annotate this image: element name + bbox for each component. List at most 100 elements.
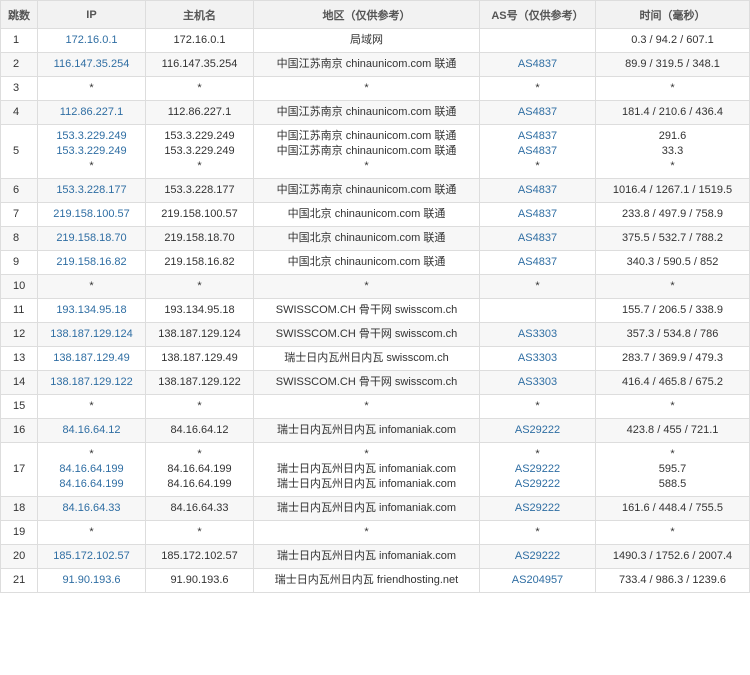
region-cell: 瑞士日内瓦州日内瓦 infomaniak.com — [253, 418, 480, 443]
hostname-cell: 153.3.229.249 153.3.229.249 * — [145, 124, 254, 179]
time-text: 357.3 / 534.8 / 786 — [626, 328, 719, 340]
ip-link[interactable]: 138.187.129.124 — [40, 327, 143, 342]
as-link[interactable]: AS29222 — [482, 501, 593, 516]
table-row: 1 172.16.0.1 172.16.0.1 局域网 0.3 / 94.2 / 607… — [0, 28, 750, 53]
region-text: 瑞士日内瓦州日内瓦 infomaniak.com — [276, 550, 457, 562]
hostname-cell: 138.187.129.122 — [145, 370, 254, 395]
region-text: 瑞士日内瓦州日内瓦 swisscom.ch — [284, 352, 449, 364]
hostname-text: 153.3.229.249 — [164, 130, 235, 142]
col-header-ip[interactable]: IP — [37, 0, 146, 29]
ip-link[interactable]: 153.3.229.249 — [40, 129, 143, 144]
table-row: 8 219.158.18.70 219.158.18.70 中国北京 chinauni… — [0, 226, 750, 251]
table-row: 20 185.172.102.57 185.172.102.57 瑞士日内瓦州日内瓦 … — [0, 544, 750, 569]
region-text: * — [364, 400, 369, 412]
as-link[interactable]: AS29222 — [482, 477, 593, 492]
table-row: 16 84.16.64.12 84.16.64.12 瑞士日内瓦州日内瓦 infoma… — [0, 418, 750, 443]
time-text: 0.3 / 94.2 / 607.1 — [631, 34, 714, 46]
ip-link[interactable]: 219.158.100.57 — [40, 207, 143, 222]
hostname-text: 116.147.35.254 — [161, 58, 238, 70]
ip-cell: 112.86.227.1 — [37, 100, 146, 125]
time-cell: 416.4 / 465.8 / 675.2 — [595, 370, 750, 395]
ip-link[interactable]: 91.90.193.6 — [40, 573, 143, 588]
time-text: * — [670, 448, 675, 460]
hostname-cell: 138.187.129.49 — [145, 346, 254, 371]
as-link[interactable]: AS4837 — [482, 183, 593, 198]
ip-cell: 172.16.0.1 — [37, 28, 146, 53]
region-cell: 中国江苏南京 chinaunicom.com 联通 — [253, 100, 480, 125]
time-cell: 357.3 / 534.8 / 786 — [595, 322, 750, 347]
ip-cell: 138.187.129.122 — [37, 370, 146, 395]
as-link[interactable]: AS3303 — [482, 327, 593, 342]
ip-link[interactable]: 219.158.16.82 — [40, 255, 143, 270]
ip-cell: 116.147.35.254 — [37, 52, 146, 77]
ip-cell: 138.187.129.124 — [37, 322, 146, 347]
ip-link[interactable]: 185.172.102.57 — [40, 549, 143, 564]
ip-link[interactable]: 138.187.129.49 — [40, 351, 143, 366]
region-text: * — [364, 82, 369, 94]
ip-link[interactable]: 172.16.0.1 — [40, 33, 143, 48]
time-cell: * — [595, 76, 750, 101]
ip-link[interactable]: 138.187.129.122 — [40, 375, 143, 390]
ip-link[interactable]: 112.86.227.1 — [40, 105, 143, 120]
table-header-row: 跳数 IP 主机名 地区（仅供参考） AS号（仅供参考） 时间（毫秒） — [0, 0, 750, 29]
as-link[interactable]: AS3303 — [482, 351, 593, 366]
col-header-time[interactable]: 时间（毫秒） — [595, 0, 750, 29]
ip-link[interactable]: 84.16.64.12 — [40, 423, 143, 438]
as-link[interactable]: AS3303 — [482, 375, 593, 390]
time-text: 283.7 / 369.9 / 479.3 — [622, 352, 723, 364]
table-row: 19 * * * * * — [0, 520, 750, 545]
col-header-hostname[interactable]: 主机名 — [145, 0, 254, 29]
as-link[interactable]: AS4837 — [482, 57, 593, 72]
hostname-text: 172.16.0.1 — [173, 34, 226, 46]
as-link[interactable]: AS29222 — [482, 549, 593, 564]
as-cell: AS4837 — [479, 52, 596, 77]
as-link[interactable]: AS4837 — [482, 105, 593, 120]
ip-cell: * — [37, 394, 146, 419]
col-header-region[interactable]: 地区（仅供参考） — [253, 0, 480, 29]
hostname-text: * — [197, 448, 202, 460]
ip-link[interactable]: 219.158.18.70 — [40, 231, 143, 246]
hostname-cell: * — [145, 274, 254, 299]
ip-link[interactable]: 84.16.64.199 — [40, 477, 143, 492]
hostname-cell: * — [145, 520, 254, 545]
as-link[interactable]: AS29222 — [482, 462, 593, 477]
traceroute-table: 跳数 IP 主机名 地区（仅供参考） AS号（仅供参考） 时间（毫秒） 1 172… — [0, 0, 750, 593]
hostname-cell: 172.16.0.1 — [145, 28, 254, 53]
table-row: 12 138.187.129.124 138.187.129.124 SWISSCOM… — [0, 322, 750, 347]
ip-cell: * — [37, 274, 146, 299]
as-link[interactable]: AS204957 — [482, 573, 593, 588]
region-cell: * — [253, 394, 480, 419]
ip-link[interactable]: 84.16.64.33 — [40, 501, 143, 516]
ip-text: * — [89, 82, 94, 94]
hostname-text: 219.158.16.82 — [164, 256, 235, 268]
as-link[interactable]: AS4837 — [482, 207, 593, 222]
ip-link[interactable]: 116.147.35.254 — [40, 57, 143, 72]
ip-link[interactable]: 153.3.228.177 — [40, 183, 143, 198]
as-link[interactable]: AS4837 — [482, 129, 593, 144]
hostname-text: * — [197, 400, 202, 412]
hostname-text: 185.172.102.57 — [161, 550, 238, 562]
as-link[interactable]: AS29222 — [482, 423, 593, 438]
time-cell: 733.4 / 986.3 / 1239.6 — [595, 568, 750, 593]
hop-cell: 16 — [0, 418, 38, 443]
as-link[interactable]: AS4837 — [482, 231, 593, 246]
hostname-cell: 219.158.16.82 — [145, 250, 254, 275]
hostname-cell: * — [145, 76, 254, 101]
as-cell: * — [479, 394, 596, 419]
col-header-hop[interactable]: 跳数 — [0, 0, 38, 29]
hostname-text: 84.16.64.12 — [170, 424, 229, 436]
as-link[interactable]: AS4837 — [482, 255, 593, 270]
ip-link[interactable]: 193.134.95.18 — [40, 303, 143, 318]
as-text: * — [535, 400, 540, 412]
as-link[interactable]: AS4837 — [482, 144, 593, 159]
hostname-cell: 116.147.35.254 — [145, 52, 254, 77]
region-text: 中国江苏南京 chinaunicom.com 联通 — [276, 184, 457, 196]
hop-cell: 8 — [0, 226, 38, 251]
col-header-as[interactable]: AS号（仅供参考） — [479, 0, 596, 29]
hostname-text: * — [197, 280, 202, 292]
ip-link[interactable]: 153.3.229.249 — [40, 144, 143, 159]
ip-cell: 219.158.100.57 — [37, 202, 146, 227]
table-row: 13 138.187.129.49 138.187.129.49 瑞士日内瓦州日内瓦 … — [0, 346, 750, 371]
hostname-cell: 91.90.193.6 — [145, 568, 254, 593]
ip-link[interactable]: 84.16.64.199 — [40, 462, 143, 477]
